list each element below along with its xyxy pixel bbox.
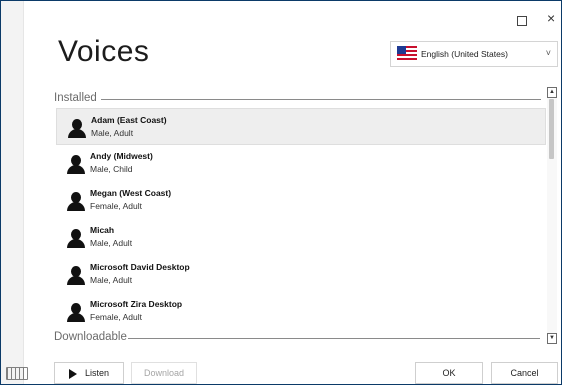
person-icon bbox=[66, 229, 86, 249]
voice-desc: Female, Adult bbox=[90, 201, 142, 211]
installed-divider bbox=[101, 99, 541, 100]
cancel-button[interactable]: Cancel bbox=[491, 362, 558, 384]
person-icon bbox=[66, 303, 86, 323]
left-rail bbox=[1, 1, 28, 384]
us-flag-icon bbox=[397, 46, 417, 61]
maximize-icon[interactable] bbox=[517, 16, 527, 26]
voice-item[interactable]: Andy (Midwest) Male, Child bbox=[56, 145, 546, 182]
downloadable-section-header: Downloadable bbox=[54, 331, 127, 343]
downloadable-divider bbox=[128, 338, 540, 339]
voice-item[interactable]: Adam (East Coast) Male, Adult bbox=[56, 108, 546, 145]
voice-desc: Female, Adult bbox=[90, 312, 142, 322]
voice-desc: Male, Adult bbox=[91, 128, 134, 138]
voice-desc: Male, Child bbox=[90, 164, 133, 174]
scroll-thumb[interactable] bbox=[549, 99, 554, 159]
scroll-up-icon[interactable]: ▲ bbox=[547, 87, 557, 98]
keyboard-icon[interactable] bbox=[6, 367, 28, 380]
voice-name: Microsoft David Desktop bbox=[90, 262, 190, 272]
voice-list: Adam (East Coast) Male, Adult Andy (Midw… bbox=[56, 108, 546, 330]
person-icon bbox=[66, 192, 86, 212]
voice-desc: Male, Adult bbox=[90, 275, 133, 285]
voice-name: Andy (Midwest) bbox=[90, 151, 153, 161]
voice-item[interactable]: Microsoft Zira Desktop Female, Adult bbox=[56, 293, 546, 330]
page-title: Voices bbox=[58, 35, 150, 68]
listen-button[interactable]: Listen bbox=[54, 362, 124, 384]
voice-item[interactable]: Microsoft David Desktop Male, Adult bbox=[56, 256, 546, 293]
language-label: English (United States) bbox=[421, 49, 508, 59]
chevron-down-icon: ˅ bbox=[545, 48, 551, 58]
voice-item[interactable]: Megan (West Coast) Female, Adult bbox=[56, 182, 546, 219]
person-icon bbox=[66, 155, 86, 175]
person-icon bbox=[66, 266, 86, 286]
voice-name: Megan (West Coast) bbox=[90, 188, 172, 198]
listen-label: Listen bbox=[84, 368, 110, 378]
installed-section-header: Installed bbox=[54, 92, 97, 104]
voice-name: Microsoft Zira Desktop bbox=[90, 299, 183, 309]
person-icon bbox=[67, 119, 87, 139]
voice-name: Adam (East Coast) bbox=[91, 115, 167, 125]
language-select[interactable]: English (United States) ˅ bbox=[390, 41, 558, 67]
play-icon bbox=[68, 368, 77, 379]
voice-name: Micah bbox=[90, 225, 115, 235]
scroll-down-icon[interactable]: ▼ bbox=[547, 333, 557, 344]
list-scrollbar[interactable]: ▲ ▼ bbox=[547, 87, 557, 344]
download-button[interactable]: Download bbox=[131, 362, 197, 384]
close-icon[interactable]: × bbox=[547, 11, 555, 25]
ok-button[interactable]: OK bbox=[415, 362, 483, 384]
voice-item[interactable]: Micah Male, Adult bbox=[56, 219, 546, 256]
voice-desc: Male, Adult bbox=[90, 238, 133, 248]
voices-window: × Voices English (United States) ˅ Insta… bbox=[0, 0, 562, 385]
